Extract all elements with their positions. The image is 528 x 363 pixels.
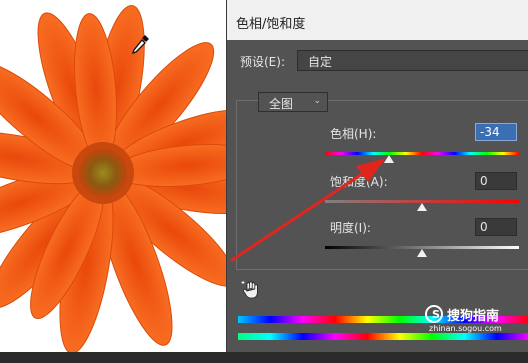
lightness-label: 明度(I): [330, 221, 371, 235]
preset-label: 预设(E): [240, 55, 285, 69]
channel-value: 全图 [269, 97, 294, 111]
preset-value: 自定 [308, 55, 333, 69]
saturation-label: 饱和度(A): [330, 175, 388, 189]
preset-dropdown[interactable]: 自定 [297, 50, 528, 71]
sogou-watermark: S 搜狗指南 zhinan.sogou.com [425, 305, 528, 335]
targeted-adjustment-hand-icon[interactable] [241, 280, 261, 300]
hue-input[interactable]: -34 [475, 123, 517, 141]
saturation-input[interactable]: 0 [475, 172, 517, 190]
eyedropper-icon [131, 35, 149, 55]
canvas-bottom-strip [0, 352, 528, 363]
watermark-url: zhinan.sogou.com [429, 324, 502, 333]
image-canvas[interactable] [0, 0, 226, 363]
hue-slider-track[interactable] [325, 152, 519, 155]
sogou-logo-icon: S [425, 305, 443, 323]
channel-dropdown[interactable]: 全图 ⌄ [258, 92, 328, 112]
dialog-title: 色相/饱和度 [227, 0, 528, 40]
lightness-slider-thumb[interactable] [417, 249, 427, 257]
flower-image [0, 4, 226, 354]
chevron-down-icon: ⌄ [313, 96, 321, 106]
watermark-brand: 搜狗指南 [447, 309, 500, 324]
lightness-input[interactable]: 0 [475, 218, 517, 236]
saturation-slider-thumb[interactable] [417, 203, 427, 211]
hue-slider-thumb[interactable] [384, 155, 394, 163]
hue-label: 色相(H): [330, 127, 377, 141]
hue-saturation-dialog: 色相/饱和度 预设(E): 自定 全图 ⌄ 色相(H): -34 饱和度(A):… [226, 0, 528, 352]
